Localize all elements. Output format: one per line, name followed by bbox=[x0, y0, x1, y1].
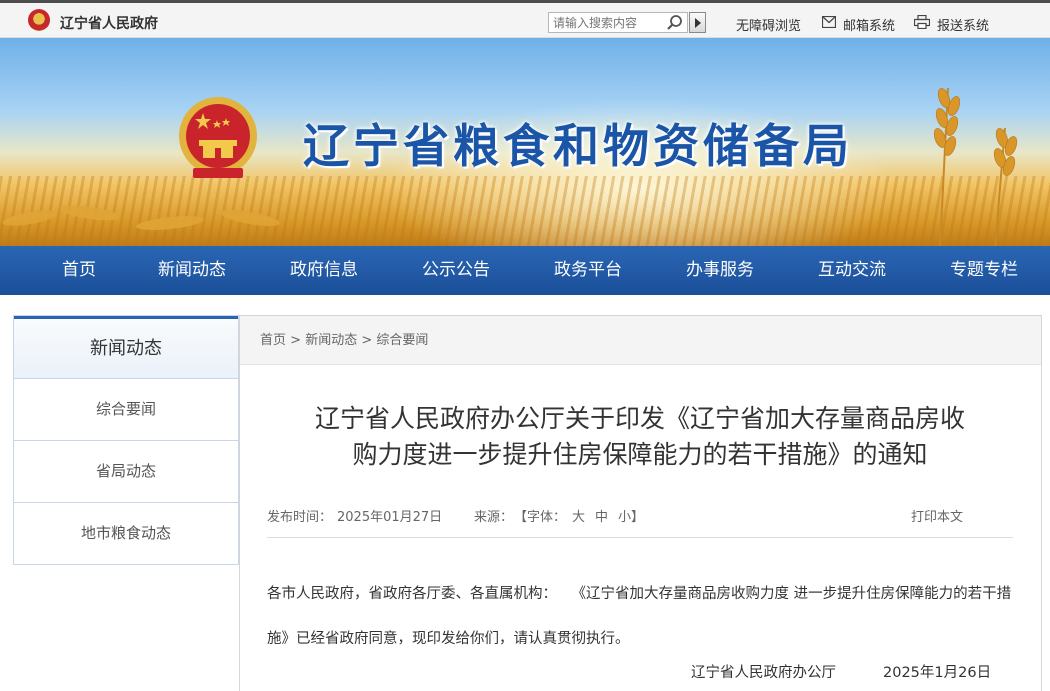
article-body: 各市人民政府，省政府各厅委、各直属机构： 《辽宁省加大存量商品房收购力度 进一步… bbox=[267, 586, 1012, 647]
breadcrumb-home[interactable]: 首页 bbox=[260, 333, 286, 348]
main-nav: 首页 新闻动态 政府信息 公示公告 政务平台 办事服务 互动交流 专题专栏 bbox=[0, 246, 1050, 295]
nav-item-gov-info[interactable]: 政府信息 bbox=[290, 246, 358, 295]
breadcrumb: 首页 > 新闻动态 > 综合要闻 bbox=[240, 316, 1041, 365]
font-size-label: 【字体： bbox=[514, 510, 567, 525]
breadcrumb-news[interactable]: 新闻动态 bbox=[305, 333, 357, 348]
wheat-ear-decoration bbox=[933, 87, 1018, 246]
font-size-medium-button[interactable]: 中 bbox=[595, 506, 608, 525]
printer-icon bbox=[914, 15, 930, 29]
sidebar-item-city-grain-news[interactable]: 地市粮食动态 bbox=[14, 503, 238, 565]
gov-portal-link[interactable]: 辽宁省人民政府 bbox=[60, 13, 158, 33]
accessibility-link[interactable]: 无障碍浏览 bbox=[736, 15, 801, 34]
publish-date: 2025年01月27日 bbox=[337, 510, 443, 525]
sidebar-item-general-news[interactable]: 综合要闻 bbox=[14, 379, 238, 441]
breadcrumb-separator: > bbox=[290, 333, 302, 348]
publish-label: 发布时间： bbox=[267, 510, 333, 525]
search-submit-button[interactable] bbox=[689, 12, 706, 33]
article-meta: 发布时间： 2025年01月27日 来源： 【字体： 大 中 小 】 打印本文 bbox=[267, 506, 1013, 538]
mail-icon bbox=[822, 16, 836, 28]
nav-item-news[interactable]: 新闻动态 bbox=[158, 246, 226, 295]
font-size-bracket: 】 bbox=[631, 510, 645, 525]
national-emblem-icon bbox=[179, 97, 257, 178]
sidebar: 新闻动态 综合要闻 省局动态 地市粮食动态 bbox=[13, 315, 239, 565]
search-icon[interactable] bbox=[666, 14, 684, 32]
breadcrumb-separator: > bbox=[361, 333, 373, 348]
nav-item-services[interactable]: 办事服务 bbox=[686, 246, 754, 295]
article-title-line: 辽宁省人民政府办公厅关于印发《辽宁省加大存量商品房收 bbox=[314, 404, 965, 433]
top-utility-bar: 辽宁省人民政府 无障碍浏览 邮箱系统 报送系统 bbox=[0, 0, 1050, 38]
report-system-link[interactable]: 报送系统 bbox=[937, 15, 989, 34]
header-banner: 辽宁省粮食和物资储备局 bbox=[0, 38, 1050, 246]
nav-item-interaction[interactable]: 互动交流 bbox=[818, 246, 886, 295]
sidebar-title: 新闻动态 bbox=[14, 316, 238, 379]
national-emblem-icon bbox=[28, 9, 50, 31]
nav-item-gov-platform[interactable]: 政务平台 bbox=[554, 246, 622, 295]
article-title: 辽宁省人民政府办公厅关于印发《辽宁省加大存量商品房收 购力度进一步提升住房保障能… bbox=[260, 401, 1020, 473]
signature-org: 辽宁省人民政府办公厅 bbox=[691, 665, 836, 681]
source-label: 来源： bbox=[474, 510, 514, 525]
mail-system-link[interactable]: 邮箱系统 bbox=[843, 15, 895, 34]
site-title: 辽宁省粮食和物资储备局 bbox=[303, 119, 853, 173]
nav-item-notices[interactable]: 公示公告 bbox=[422, 246, 490, 295]
nav-item-special-topics[interactable]: 专题专栏 bbox=[950, 246, 1018, 295]
nav-item-home[interactable]: 首页 bbox=[62, 246, 96, 295]
print-article-button[interactable]: 打印本文 bbox=[911, 506, 963, 525]
article-panel: 首页 > 新闻动态 > 综合要闻 辽宁省人民政府办公厅关于印发《辽宁省加大存量商… bbox=[239, 315, 1042, 691]
sidebar-item-bureau-news[interactable]: 省局动态 bbox=[14, 441, 238, 503]
font-size-small-button[interactable]: 小 bbox=[618, 506, 631, 525]
breadcrumb-general-news[interactable]: 综合要闻 bbox=[376, 333, 428, 348]
signature-date: 2025年1月26日 bbox=[883, 665, 992, 681]
font-size-large-button[interactable]: 大 bbox=[572, 506, 585, 525]
article-title-line: 购力度进一步提升住房保障能力的若干措施》的通知 bbox=[352, 440, 928, 469]
